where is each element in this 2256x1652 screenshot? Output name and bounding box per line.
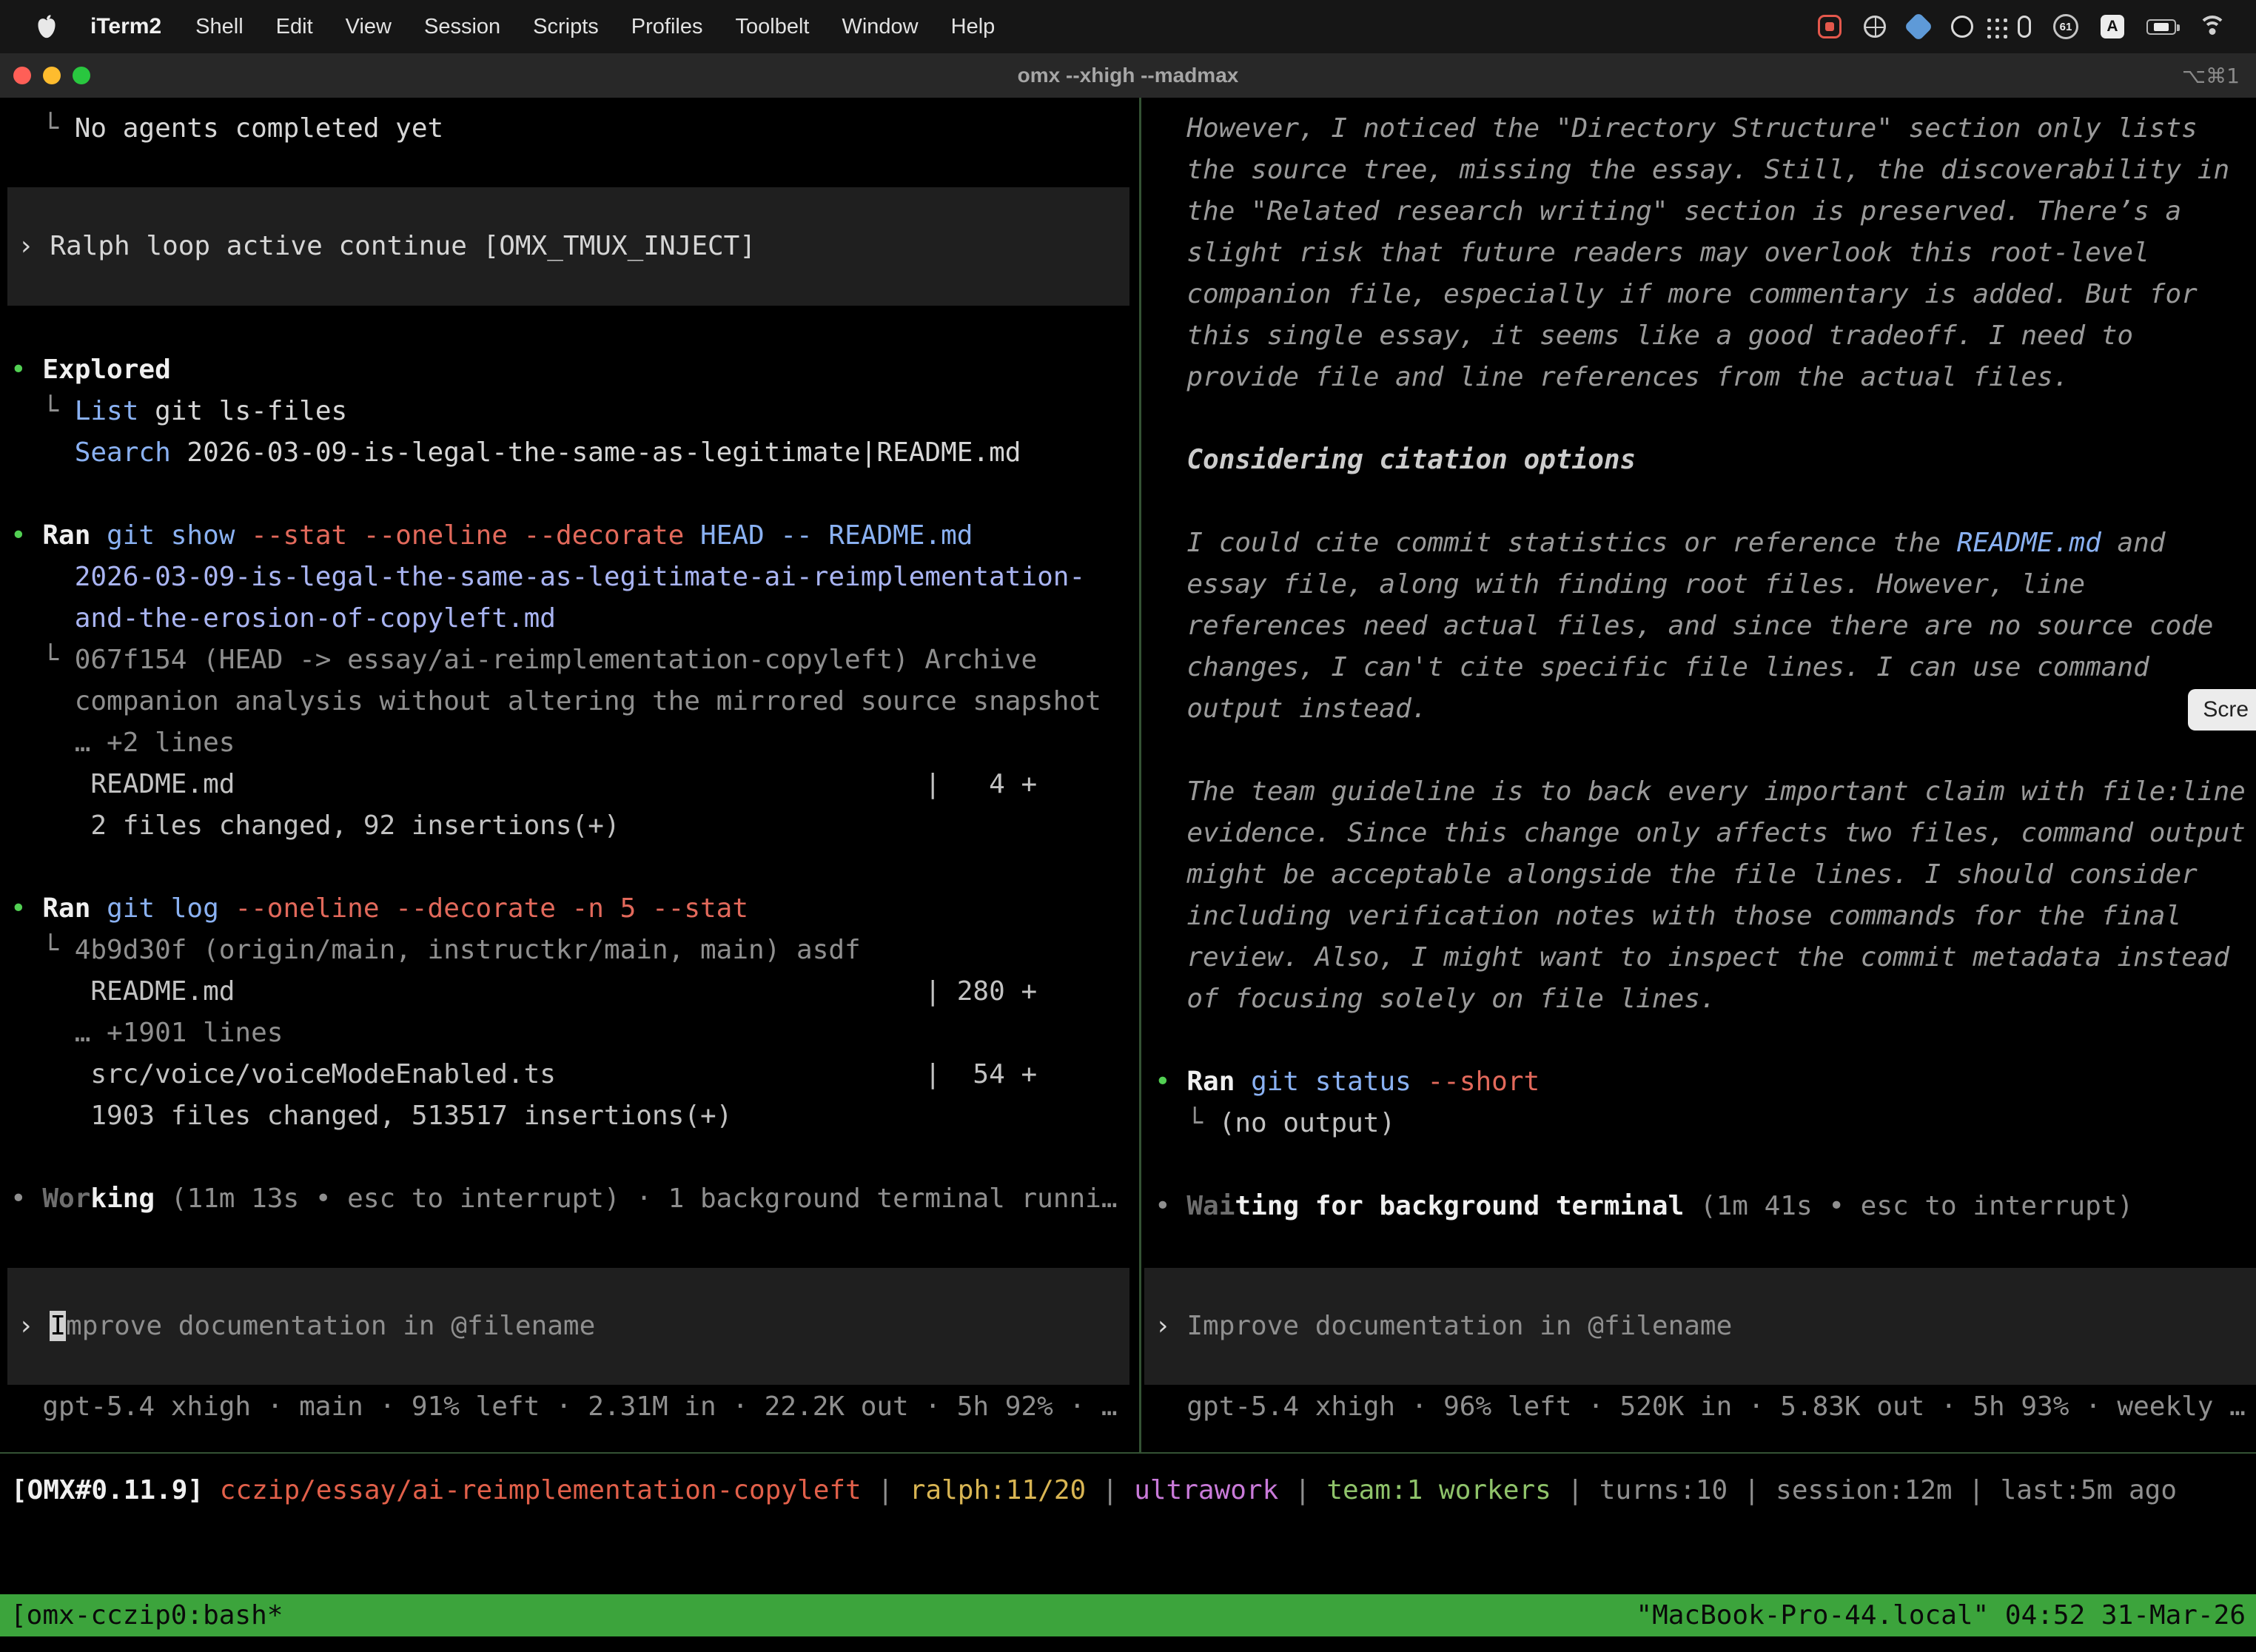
right-pane[interactable]: However, I noticed the "Directory Struct…	[1144, 98, 2256, 1452]
menu-edit[interactable]: Edit	[276, 15, 313, 39]
window-title: omx --xhigh --madmax	[0, 64, 2256, 87]
terminal-area: └ No agents completed yet › Ralph loop a…	[0, 98, 2256, 1652]
right-model-status: gpt-5.4 xhigh · 96% left · 520K in · 5.8…	[1144, 1386, 2256, 1428]
right-agent-output: However, I noticed the "Directory Struct…	[1144, 108, 2256, 1227]
window-titlebar: omx --xhigh --madmax ⌥⌘1	[0, 53, 2256, 98]
left-prompt-input[interactable]: › Improve documentation in @filename	[7, 1268, 1129, 1385]
pane-divider[interactable]	[1139, 98, 1141, 1454]
screen-tooltip: Scre	[2188, 689, 2256, 731]
menu-profiles[interactable]: Profiles	[631, 15, 703, 39]
menu-view[interactable]: View	[346, 15, 392, 39]
left-prompt-text: › Improve documentation in @filename	[7, 1306, 1129, 1347]
blue-app-icon[interactable]	[1904, 12, 1933, 41]
app-menu-iterm2[interactable]: iTerm2	[90, 14, 161, 39]
right-prompt-input[interactable]: › Improve documentation in @filename	[1144, 1268, 2256, 1385]
battery-percent-badge[interactable]: 61	[2053, 14, 2078, 39]
tmux-status-bar: [omx-cczip0:bash* "MacBook-Pro-44.local"…	[0, 1594, 2256, 1636]
ralph-loop-banner: › Ralph loop active continue [OMX_TMUX_I…	[7, 187, 1129, 306]
screen-recording-stop-icon[interactable]	[1818, 15, 1842, 38]
menu-toolbelt[interactable]: Toolbelt	[736, 15, 810, 39]
omx-status-bar: [OMX#0.11.9] cczip/essay/ai-reimplementa…	[0, 1470, 2256, 1511]
tmux-session-label: [omx-cczip0:bash*	[10, 1600, 283, 1631]
menu-session[interactable]: Session	[424, 15, 500, 39]
menu-shell[interactable]: Shell	[195, 15, 244, 39]
left-pane[interactable]: └ No agents completed yet › Ralph loop a…	[0, 98, 1138, 1452]
left-pane-top-output: └ No agents completed yet	[0, 108, 1138, 150]
menu-window[interactable]: Window	[842, 15, 918, 39]
menu-scripts[interactable]: Scripts	[533, 15, 599, 39]
left-agent-output: • Explored └ List git ls-files Search 20…	[0, 349, 1138, 1220]
left-model-status: gpt-5.4 xhigh · main · 91% left · 2.31M …	[0, 1386, 1138, 1428]
window-shortcut-badge: ⌥⌘1	[2182, 64, 2240, 88]
globe-icon[interactable]	[1864, 16, 1886, 38]
menubar-status-icons: 61 A	[1818, 14, 2226, 39]
menu-help[interactable]: Help	[951, 15, 996, 39]
right-prompt-text: › Improve documentation in @filename	[1144, 1306, 2256, 1347]
pane-bottom-border	[0, 1452, 2256, 1454]
apps-grid-icon[interactable]	[1987, 19, 1991, 22]
pill-app-icon[interactable]	[2018, 16, 2031, 38]
apple-icon[interactable]	[36, 14, 58, 39]
input-source-icon[interactable]: A	[2101, 15, 2124, 38]
wifi-icon[interactable]	[2198, 16, 2226, 38]
dark-circle-app-icon[interactable]	[1951, 16, 1973, 38]
ralph-loop-banner-text: › Ralph loop active continue [OMX_TMUX_I…	[7, 226, 1129, 267]
tmux-host-clock: "MacBook-Pro-44.local" 04:52 31-Mar-26	[1636, 1600, 2246, 1631]
battery-icon[interactable]	[2146, 19, 2176, 35]
macos-menubar: iTerm2 Shell Edit View Session Scripts P…	[0, 0, 2256, 53]
desktop: iTerm2 Shell Edit View Session Scripts P…	[0, 0, 2256, 1652]
